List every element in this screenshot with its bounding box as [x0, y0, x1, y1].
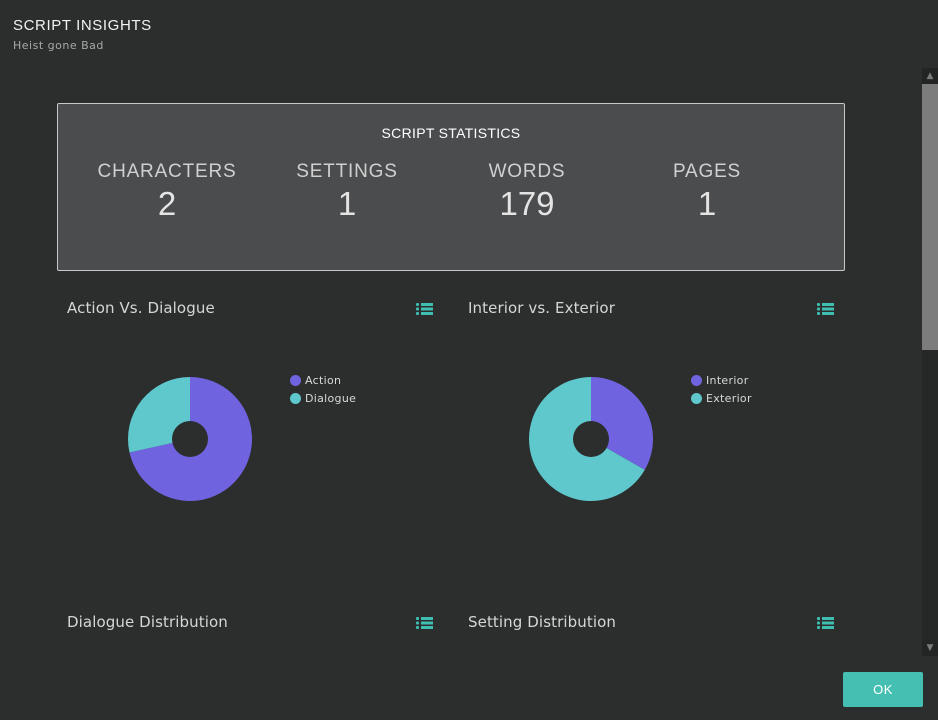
list-icon[interactable]: [817, 616, 835, 630]
script-statistics-card: SCRIPT STATISTICS CHARACTERS 2 SETTINGS …: [57, 103, 845, 271]
legend-swatch: [290, 392, 301, 404]
list-icon[interactable]: [817, 302, 835, 316]
dialog-title: SCRIPT INSIGHTS: [13, 17, 152, 34]
legend-swatch: [691, 392, 702, 404]
action-vs-dialogue-chart: [128, 377, 252, 501]
legend-label: Dialogue: [305, 391, 357, 405]
stat-label: CHARACTERS: [97, 161, 237, 182]
panel-title-action-vs-dialogue: Action Vs. Dialogue: [67, 299, 215, 317]
stat-characters: CHARACTERS 2: [77, 161, 257, 223]
vertical-scrollbar[interactable]: ▲ ▼: [922, 68, 938, 656]
legend-swatch: [290, 374, 301, 386]
stat-value: 1: [337, 185, 357, 222]
donut-hole: [573, 421, 609, 457]
donut-hole: [172, 421, 208, 457]
stat-value: 2: [157, 185, 177, 222]
stat-label: SETTINGS: [296, 161, 398, 182]
list-icon[interactable]: [416, 616, 434, 630]
legend-item-dialogue[interactable]: Dialogue: [290, 389, 356, 407]
legend-label: Interior: [706, 373, 749, 387]
legend-item-exterior[interactable]: Exterior: [691, 389, 752, 407]
stat-label: PAGES: [672, 161, 742, 182]
script-insights-dialog: SCRIPT INSIGHTS Heist gone Bad SCRIPT ST…: [0, 0, 938, 720]
scroll-down-arrow-icon[interactable]: ▼: [922, 640, 938, 656]
panel-title-dialogue-distribution: Dialogue Distribution: [67, 613, 228, 631]
legend-item-interior[interactable]: Interior: [691, 371, 752, 389]
stat-label: WORDS: [488, 161, 566, 182]
ok-button[interactable]: OK: [843, 672, 923, 707]
panel-title-setting-distribution: Setting Distribution: [468, 613, 616, 631]
legend-swatch: [691, 374, 702, 386]
stat-words: WORDS 179: [437, 161, 617, 223]
interior-vs-exterior-legend: Interior Exterior: [691, 371, 752, 407]
stat-pages: PAGES 1: [617, 161, 797, 223]
stats-title: SCRIPT STATISTICS: [381, 125, 521, 141]
list-icon[interactable]: [416, 302, 434, 316]
legend-label: Action: [305, 373, 342, 387]
stat-settings: SETTINGS 1: [257, 161, 437, 223]
legend-label: Exterior: [706, 391, 752, 405]
panel-title-interior-vs-exterior: Interior vs. Exterior: [468, 299, 615, 317]
scrollbar-thumb[interactable]: [922, 84, 938, 350]
action-vs-dialogue-legend: Action Dialogue: [290, 371, 356, 407]
scroll-up-arrow-icon[interactable]: ▲: [922, 68, 938, 84]
stat-value: 179: [499, 185, 555, 222]
interior-vs-exterior-chart: [529, 377, 653, 501]
insights-scroll-area: SCRIPT STATISTICS CHARACTERS 2 SETTINGS …: [0, 68, 920, 656]
stat-value: 1: [697, 185, 717, 222]
legend-item-action[interactable]: Action: [290, 371, 356, 389]
script-name: Heist gone Bad: [13, 39, 104, 52]
